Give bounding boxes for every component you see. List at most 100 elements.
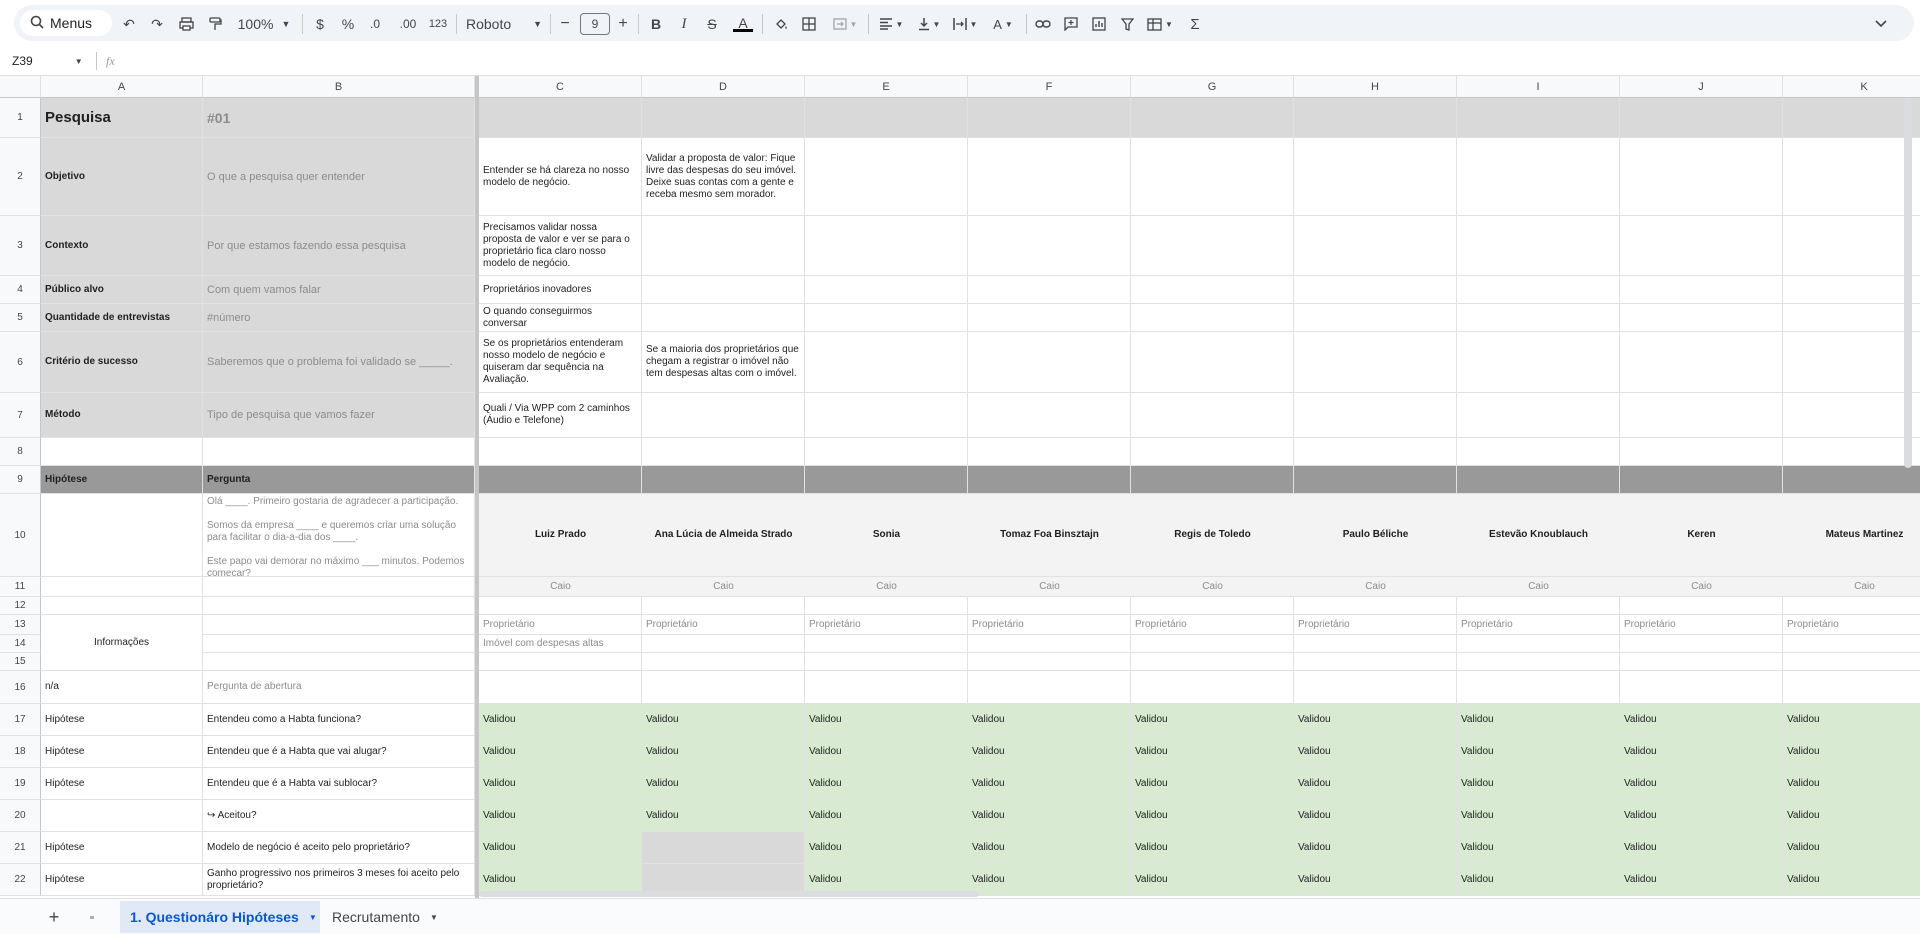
cell-b21[interactable]: Modelo de negócio é aceito pelo propriet… — [203, 832, 475, 864]
cell-i15[interactable] — [1457, 653, 1620, 671]
cell-k15[interactable] — [1783, 653, 1920, 671]
cell-g8[interactable] — [1131, 438, 1294, 466]
cell-g10[interactable]: Regis de Toledo — [1131, 494, 1294, 577]
cell-i6[interactable] — [1457, 332, 1620, 393]
cell-h19[interactable]: Validou — [1294, 768, 1457, 800]
column-header-b[interactable]: B — [203, 76, 475, 98]
cell-h22[interactable]: Validou — [1294, 864, 1457, 896]
cell-k17[interactable]: Validou — [1783, 704, 1920, 736]
cell-c5[interactable]: O quando conseguirmos conversar — [479, 304, 642, 332]
cell-j19[interactable]: Validou — [1620, 768, 1783, 800]
cell-i16[interactable] — [1457, 671, 1620, 704]
cell-k14[interactable] — [1783, 635, 1920, 653]
select-all-corner[interactable] — [0, 76, 41, 98]
cell-e20[interactable]: Validou — [805, 800, 968, 832]
frozen-column-divider[interactable] — [475, 76, 479, 898]
cell-a3[interactable]: Contexto — [41, 216, 203, 276]
cell-a22[interactable]: Hipótese — [41, 864, 203, 896]
row-header[interactable]: 6 — [0, 332, 41, 393]
cell-a17[interactable]: Hipótese — [41, 704, 203, 736]
cell-i13[interactable]: Proprietário — [1457, 615, 1620, 635]
all-sheets-icon[interactable] — [80, 901, 104, 933]
cell-c8[interactable] — [479, 438, 642, 466]
cell-g1[interactable] — [1131, 98, 1294, 138]
cell-c15[interactable] — [479, 653, 642, 671]
cell-a10[interactable] — [41, 494, 203, 577]
cell-i8[interactable] — [1457, 438, 1620, 466]
filter-icon[interactable] — [1118, 13, 1136, 35]
cell-a18[interactable]: Hipótese — [41, 736, 203, 768]
cell-k11[interactable]: Caio — [1783, 577, 1920, 597]
cell-b19[interactable]: Entendeu que é a Habta vai sublocar? — [203, 768, 475, 800]
paint-format-icon[interactable] — [206, 13, 224, 35]
cell-i9[interactable] — [1457, 466, 1620, 494]
undo-icon[interactable]: ↶ — [120, 13, 138, 35]
decrease-font-size-button[interactable]: − — [558, 13, 572, 35]
cell-h9[interactable] — [1294, 466, 1457, 494]
cell-b22[interactable]: Ganho progressivo nos primeiros 3 meses … — [203, 864, 475, 896]
cell-b13[interactable] — [203, 615, 475, 635]
cell-f19[interactable]: Validou — [968, 768, 1131, 800]
cell-a9[interactable]: Hipótese — [41, 466, 203, 494]
menus-search-button[interactable]: Menus — [20, 10, 112, 36]
decrease-decimal-button[interactable]: .0 — [362, 13, 388, 35]
cell-c4[interactable]: Proprietários inovadores — [479, 276, 642, 304]
row-header[interactable]: 7 — [0, 393, 41, 438]
cell-d7[interactable] — [642, 393, 805, 438]
cell-e3[interactable] — [805, 216, 968, 276]
tab-recrutamento[interactable]: Recrutamento ▼ — [322, 901, 446, 933]
cell-b2[interactable]: O que a pesquisa quer entender — [203, 138, 475, 216]
insert-chart-icon[interactable] — [1090, 13, 1108, 35]
text-wrap-icon[interactable]: ▼ — [950, 13, 980, 35]
row-header[interactable]: 15 — [0, 653, 41, 671]
borders-icon[interactable] — [800, 13, 818, 35]
cell-g12[interactable] — [1131, 597, 1294, 615]
redo-icon[interactable]: ↷ — [148, 13, 166, 35]
cell-g11[interactable]: Caio — [1131, 577, 1294, 597]
horizontal-align-icon[interactable]: ▼ — [876, 13, 906, 35]
cell-i21[interactable]: Validou — [1457, 832, 1620, 864]
cell-g5[interactable] — [1131, 304, 1294, 332]
cell-h16[interactable] — [1294, 671, 1457, 704]
column-header-a[interactable]: A — [41, 76, 203, 98]
cell-c1[interactable] — [479, 98, 642, 138]
cell-d10[interactable]: Ana Lúcia de Almeida Strado — [642, 494, 805, 577]
cell-b16[interactable]: Pergunta de abertura — [203, 671, 475, 704]
cell-e2[interactable] — [805, 138, 968, 216]
cell-g2[interactable] — [1131, 138, 1294, 216]
cell-k5[interactable] — [1783, 304, 1920, 332]
cell-f13[interactable]: Proprietário — [968, 615, 1131, 635]
cell-b12[interactable] — [203, 597, 475, 615]
cell-d8[interactable] — [642, 438, 805, 466]
cell-b5[interactable]: #número — [203, 304, 475, 332]
cell-i3[interactable] — [1457, 216, 1620, 276]
cell-j12[interactable] — [1620, 597, 1783, 615]
cell-k22[interactable]: Validou — [1783, 864, 1920, 896]
cell-k21[interactable]: Validou — [1783, 832, 1920, 864]
cell-g3[interactable] — [1131, 216, 1294, 276]
cell-d15[interactable] — [642, 653, 805, 671]
cell-b6[interactable]: Saberemos que o problema foi validado se… — [203, 332, 475, 393]
cell-j6[interactable] — [1620, 332, 1783, 393]
cell-k13[interactable]: Proprietário — [1783, 615, 1920, 635]
functions-icon[interactable]: Σ — [1186, 13, 1204, 35]
cell-d9[interactable] — [642, 466, 805, 494]
filter-views-icon[interactable]: ▼ — [1144, 13, 1176, 35]
cell-h13[interactable]: Proprietário — [1294, 615, 1457, 635]
row-header[interactable]: 14 — [0, 635, 41, 653]
cell-j15[interactable] — [1620, 653, 1783, 671]
cell-d18[interactable]: Validou — [642, 736, 805, 768]
column-header-h[interactable]: H — [1294, 76, 1457, 98]
cell-j5[interactable] — [1620, 304, 1783, 332]
cell-h20[interactable]: Validou — [1294, 800, 1457, 832]
cell-a1[interactable]: Pesquisa — [41, 98, 203, 138]
cell-f2[interactable] — [968, 138, 1131, 216]
cell-i17[interactable]: Validou — [1457, 704, 1620, 736]
column-header-e[interactable]: E — [805, 76, 968, 98]
cell-g6[interactable] — [1131, 332, 1294, 393]
cell-g16[interactable] — [1131, 671, 1294, 704]
cell-e8[interactable] — [805, 438, 968, 466]
cell-d17[interactable]: Validou — [642, 704, 805, 736]
cell-c6[interactable]: Se os proprietários entenderam nosso mod… — [479, 332, 642, 393]
cell-k20[interactable]: Validou — [1783, 800, 1920, 832]
